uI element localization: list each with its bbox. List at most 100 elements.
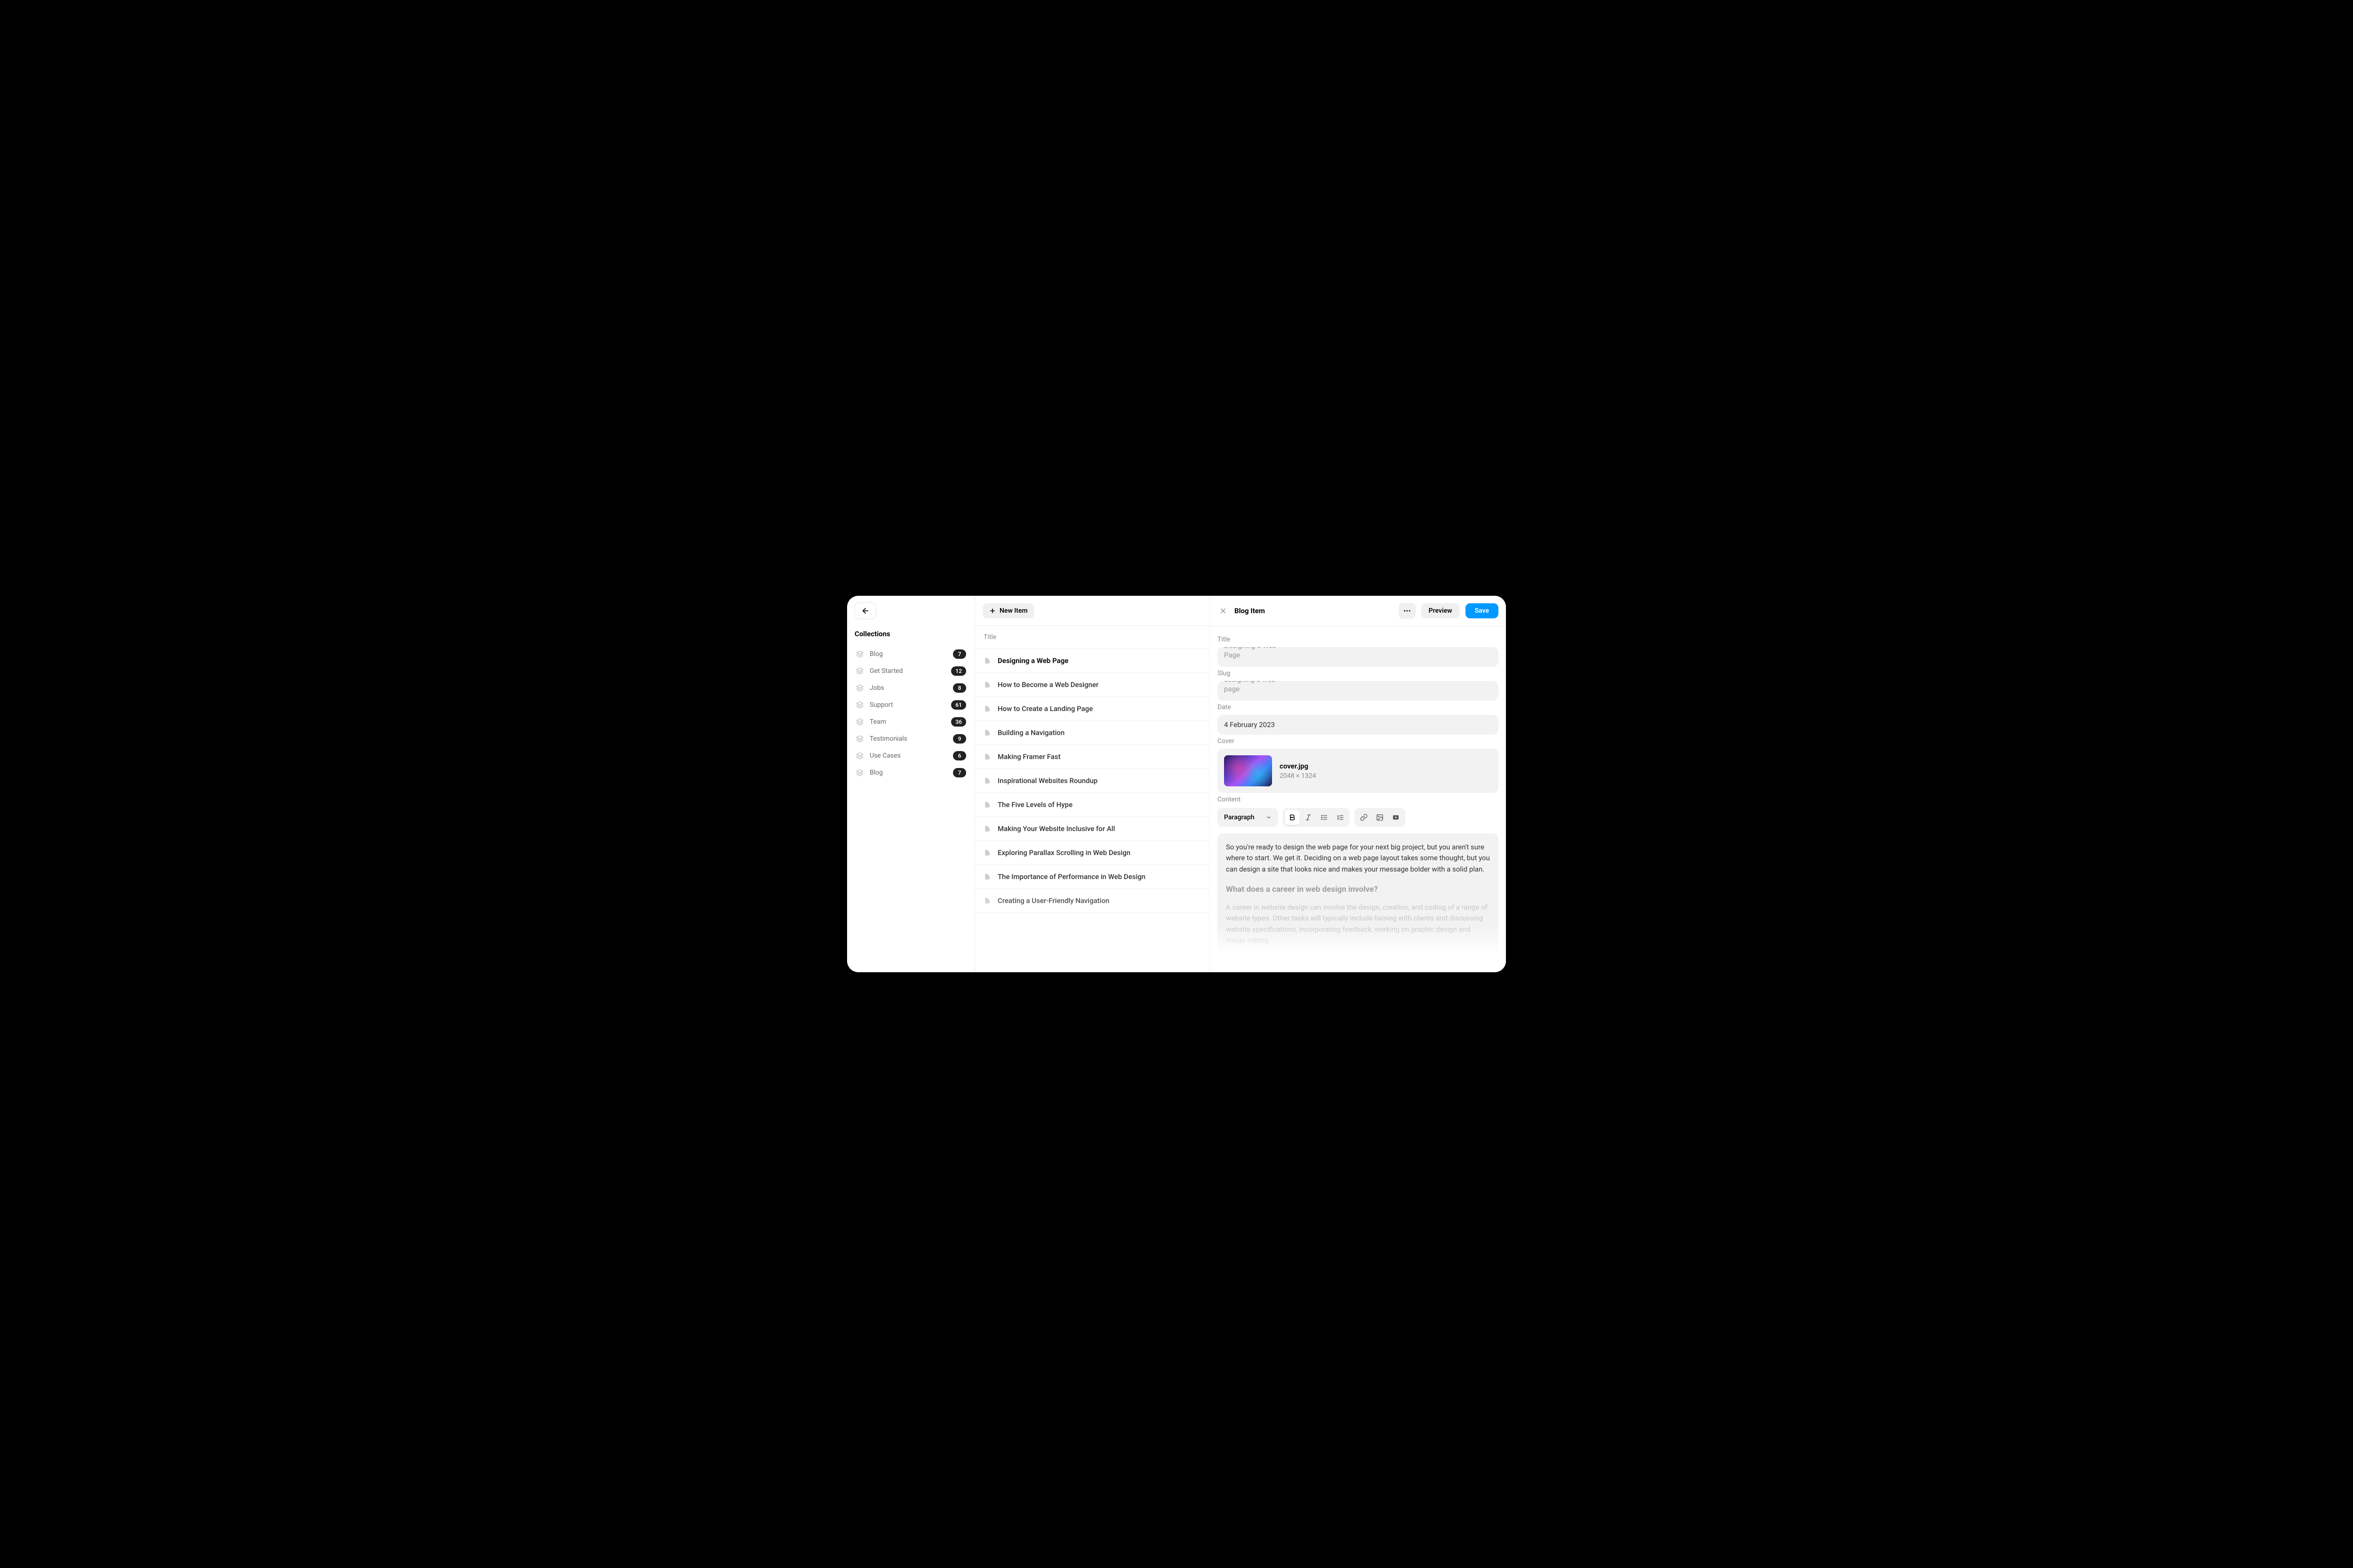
page-icon xyxy=(984,801,991,808)
italic-icon xyxy=(1305,814,1312,821)
sidebar-item-label: Testimonials xyxy=(870,735,947,743)
bold-icon xyxy=(1289,814,1296,821)
save-button[interactable]: Save xyxy=(1465,603,1498,618)
content-editor[interactable]: So you're ready to design the web page f… xyxy=(1217,833,1498,954)
sidebar-item-label: Get Started xyxy=(870,667,945,675)
content-paragraph: So you're ready to design the web page f… xyxy=(1226,842,1490,875)
page-icon xyxy=(984,825,991,832)
sidebar-item[interactable]: Support 61 xyxy=(852,696,970,713)
video-icon xyxy=(1392,814,1400,821)
video-button[interactable] xyxy=(1388,810,1403,825)
plus-icon xyxy=(989,608,996,614)
field-label-title: Title xyxy=(1217,636,1498,643)
page-icon xyxy=(984,897,991,904)
panel-body: Title Designing a Web Page Slug designin… xyxy=(1210,626,1506,972)
bullet-list-button[interactable] xyxy=(1317,810,1332,825)
slug-input[interactable]: designing-a-web- page xyxy=(1217,681,1498,701)
sidebar-item-label: Support xyxy=(870,701,945,709)
stack-icon xyxy=(856,650,864,658)
cover-picker[interactable]: cover.jpg 2048 × 1324 xyxy=(1217,749,1498,793)
image-button[interactable] xyxy=(1372,810,1387,825)
sidebar-item[interactable]: Get Started 12 xyxy=(852,663,970,680)
page-icon xyxy=(984,657,991,664)
more-button[interactable] xyxy=(1399,603,1416,619)
sidebar-item[interactable]: Blog 7 xyxy=(852,764,970,781)
content-heading: What does a career in web design involve… xyxy=(1226,883,1490,896)
panel-title: Blog Item xyxy=(1234,607,1393,615)
count-badge: 36 xyxy=(951,717,966,727)
page-icon xyxy=(984,753,991,760)
text-format-group xyxy=(1283,808,1350,827)
panel-header: Blog Item Preview Save xyxy=(1210,596,1506,626)
sidebar-item[interactable]: Team 36 xyxy=(852,713,970,730)
sidebar-item-label: Jobs xyxy=(870,684,947,692)
sidebar: Collections Blog 7 Get Started 12 Jobs 8… xyxy=(847,596,975,972)
count-badge: 6 xyxy=(953,751,966,760)
preview-button[interactable]: Preview xyxy=(1421,603,1460,618)
count-badge: 8 xyxy=(953,683,966,693)
content-toolbar: Paragraph xyxy=(1217,808,1498,827)
close-icon xyxy=(1219,607,1227,615)
page-icon xyxy=(984,705,991,712)
detail-panel: Blog Item Preview Save Title Designing a… xyxy=(1209,596,1506,972)
page-icon xyxy=(984,729,991,736)
collection-list: Blog 7 Get Started 12 Jobs 8 Support 61 … xyxy=(847,646,975,781)
count-badge: 7 xyxy=(953,768,966,777)
cover-dimensions: 2048 × 1324 xyxy=(1280,772,1316,780)
new-item-label: New Item xyxy=(1000,607,1028,615)
sidebar-item-label: Use Cases xyxy=(870,752,947,760)
app-window: Collections Blog 7 Get Started 12 Jobs 8… xyxy=(847,596,1506,972)
italic-button[interactable] xyxy=(1301,810,1316,825)
sidebar-item[interactable]: Testimonials 9 xyxy=(852,730,970,747)
close-panel-button[interactable] xyxy=(1217,605,1229,616)
format-select[interactable]: Paragraph xyxy=(1219,814,1276,821)
ellipsis-icon xyxy=(1403,607,1411,615)
sidebar-top xyxy=(847,596,975,626)
title-input[interactable]: Designing a Web Page xyxy=(1217,647,1498,667)
cover-thumbnail xyxy=(1224,755,1272,786)
number-list-icon xyxy=(1337,814,1344,821)
title-input-text: Designing a Web Page xyxy=(1224,647,1276,660)
number-list-button[interactable] xyxy=(1333,810,1348,825)
link-button[interactable] xyxy=(1356,810,1371,825)
count-badge: 9 xyxy=(953,734,966,744)
count-badge: 7 xyxy=(953,649,966,659)
count-badge: 61 xyxy=(951,700,966,710)
stack-icon xyxy=(856,769,864,776)
page-icon xyxy=(984,873,991,880)
sidebar-item[interactable]: Blog 7 xyxy=(852,646,970,663)
stack-icon xyxy=(856,752,864,760)
cover-filename: cover.jpg xyxy=(1280,762,1316,770)
sidebar-item-label: Blog xyxy=(870,650,947,658)
stack-icon xyxy=(856,701,864,709)
field-label-content: Content xyxy=(1217,796,1498,803)
bullet-list-icon xyxy=(1321,814,1328,821)
slug-input-text: designing-a-web- page xyxy=(1224,681,1277,694)
bold-button[interactable] xyxy=(1285,810,1300,825)
sidebar-item-label: Team xyxy=(870,718,945,726)
page-icon xyxy=(984,681,991,688)
insert-group xyxy=(1354,808,1405,827)
count-badge: 12 xyxy=(951,666,966,676)
date-input[interactable]: 4 February 2023 xyxy=(1217,715,1498,735)
main-area: New Item Site · f n Title Date Designing… xyxy=(975,596,1506,972)
sidebar-heading: Collections xyxy=(847,626,975,646)
field-label-slug: Slug xyxy=(1217,670,1498,677)
page-icon xyxy=(984,849,991,856)
sidebar-item[interactable]: Use Cases 6 xyxy=(852,747,970,764)
field-label-date: Date xyxy=(1217,704,1498,711)
field-label-cover: Cover xyxy=(1217,737,1498,745)
stack-icon xyxy=(856,718,864,726)
cover-info: cover.jpg 2048 × 1324 xyxy=(1280,762,1316,780)
new-item-button[interactable]: New Item xyxy=(983,603,1034,618)
back-button[interactable] xyxy=(855,602,876,619)
sidebar-item-label: Blog xyxy=(870,769,947,776)
format-select-group: Paragraph xyxy=(1217,808,1278,827)
chevron-down-icon xyxy=(1266,815,1272,820)
image-icon xyxy=(1376,814,1384,821)
stack-icon xyxy=(856,684,864,692)
date-input-text: 4 February 2023 xyxy=(1224,720,1275,729)
sidebar-item[interactable]: Jobs 8 xyxy=(852,680,970,696)
arrow-left-icon xyxy=(861,607,870,615)
content-paragraph-2: A career in website design can involve t… xyxy=(1226,902,1490,946)
